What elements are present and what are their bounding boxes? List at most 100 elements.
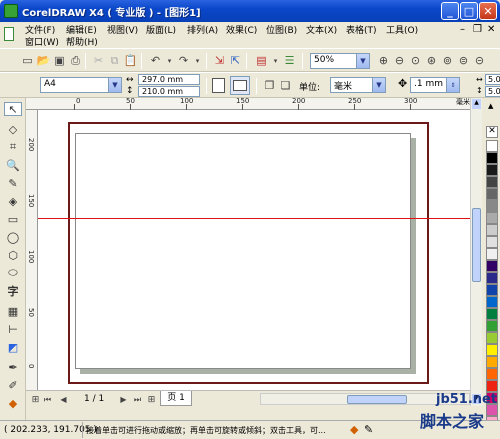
next-page-icon[interactable]: ▶ bbox=[116, 392, 131, 407]
launcher-dropdown-icon[interactable]: ▾ bbox=[268, 53, 283, 68]
menu-view[interactable]: 视图(V) bbox=[107, 23, 138, 36]
interactive-blend-tool-icon[interactable]: ◩ bbox=[4, 340, 22, 354]
zoom-page-icon[interactable]: ⊚ bbox=[440, 53, 455, 68]
close-button[interactable]: ✕ bbox=[479, 2, 497, 20]
chevron-down-icon[interactable]: ▼ bbox=[372, 78, 385, 92]
color-swatch[interactable] bbox=[486, 320, 498, 332]
no-fill-swatch[interactable]: ✕ bbox=[486, 126, 498, 138]
menu-text[interactable]: 文本(X) bbox=[306, 23, 337, 36]
smart-fill-tool-icon[interactable]: ◈ bbox=[4, 194, 22, 208]
polygon-tool-icon[interactable]: ⬡ bbox=[4, 248, 22, 262]
zoom-in-icon[interactable]: ⊕ bbox=[376, 53, 391, 68]
undo-dropdown-icon[interactable]: ▾ bbox=[162, 53, 177, 68]
last-page-icon[interactable]: ⏭ bbox=[130, 392, 145, 407]
zoom-selected-icon[interactable]: ⊙ bbox=[408, 53, 423, 68]
page-tab[interactable]: 页 1 bbox=[160, 391, 192, 406]
shape-tool-icon[interactable]: ◇ bbox=[4, 122, 22, 136]
coreldraw-app-icon[interactable] bbox=[4, 4, 18, 18]
paper-size-select[interactable]: A4 ▼ bbox=[40, 77, 122, 93]
previous-page-icon[interactable]: ◀ bbox=[56, 392, 71, 407]
eyedropper-tool-icon[interactable]: ✒ bbox=[4, 360, 22, 374]
color-swatch[interactable] bbox=[486, 332, 498, 344]
color-swatch[interactable] bbox=[486, 164, 498, 176]
table-tool-icon[interactable]: ▦ bbox=[4, 304, 22, 318]
zoom-all-objects-icon[interactable]: ⊛ bbox=[424, 53, 439, 68]
menu-bitmaps[interactable]: 位图(B) bbox=[266, 23, 297, 36]
horizontal-guideline[interactable] bbox=[38, 218, 470, 219]
freehand-tool-icon[interactable]: ✎ bbox=[4, 176, 22, 190]
color-swatch[interactable] bbox=[486, 176, 498, 188]
color-swatch[interactable] bbox=[486, 308, 498, 320]
cut-icon[interactable]: ✂ bbox=[91, 53, 106, 68]
nudge-offset-field[interactable]: .1 mm ⇕ bbox=[410, 77, 460, 93]
pick-tool-icon[interactable]: ↖ bbox=[4, 102, 22, 116]
fill-indicator-icon[interactable]: ◆ bbox=[350, 423, 358, 436]
fill-tool-icon[interactable]: ◆ bbox=[4, 396, 22, 410]
color-swatch[interactable] bbox=[486, 344, 498, 356]
chevron-down-icon[interactable]: ▼ bbox=[356, 54, 369, 68]
color-swatch[interactable] bbox=[486, 260, 498, 272]
new-icon[interactable]: ▭ bbox=[20, 53, 35, 68]
all-pages-icon[interactable]: ❐ bbox=[262, 78, 277, 93]
zoom-height-icon[interactable]: ⊝ bbox=[472, 53, 487, 68]
color-swatch[interactable] bbox=[486, 152, 498, 164]
chevron-down-icon[interactable]: ▼ bbox=[108, 78, 121, 92]
crop-tool-icon[interactable]: ⌗ bbox=[4, 140, 22, 154]
color-swatch[interactable] bbox=[486, 140, 498, 152]
menu-effects[interactable]: 效果(C) bbox=[226, 23, 257, 36]
doc-close-icon[interactable]: ✕ bbox=[487, 24, 495, 35]
color-swatch[interactable] bbox=[486, 356, 498, 368]
duplicate-x-field[interactable]: 5.0 bbox=[485, 74, 500, 85]
copy-icon[interactable]: ⧉ bbox=[107, 53, 122, 68]
vertical-ruler[interactable]: 200 150 100 50 0 bbox=[26, 110, 38, 390]
paste-icon[interactable]: 📋 bbox=[123, 53, 138, 68]
open-icon[interactable]: 📂 bbox=[36, 53, 51, 68]
color-swatch[interactable] bbox=[486, 224, 498, 236]
landscape-button[interactable] bbox=[230, 76, 250, 95]
color-swatch[interactable] bbox=[486, 200, 498, 212]
page-width-field[interactable]: 297.0 mm bbox=[138, 74, 200, 85]
first-page-icon[interactable]: ⏮ bbox=[40, 392, 55, 407]
printable-page[interactable] bbox=[75, 133, 411, 369]
redo-dropdown-icon[interactable]: ▾ bbox=[190, 53, 205, 68]
application-launcher-icon[interactable]: ▤ bbox=[254, 53, 269, 68]
zoom-width-icon[interactable]: ⊜ bbox=[456, 53, 471, 68]
scroll-up-icon[interactable]: ▲ bbox=[472, 99, 481, 109]
zoom-out-icon[interactable]: ⊖ bbox=[392, 53, 407, 68]
drawing-canvas[interactable] bbox=[38, 110, 470, 390]
color-swatch[interactable] bbox=[486, 188, 498, 200]
dimension-tool-icon[interactable]: ⊢ bbox=[4, 322, 22, 336]
redo-icon[interactable]: ↷ bbox=[176, 53, 191, 68]
doc-restore-icon[interactable]: ❐ bbox=[473, 24, 482, 35]
menu-help[interactable]: 帮助(H) bbox=[66, 35, 98, 48]
basic-shapes-tool-icon[interactable]: ⬭ bbox=[4, 266, 22, 280]
export-icon[interactable]: ⇱ bbox=[228, 53, 243, 68]
menu-arrange[interactable]: 排列(A) bbox=[187, 23, 218, 36]
duplicate-y-field[interactable]: 5.0 bbox=[485, 86, 500, 97]
menu-window[interactable]: 窗口(W) bbox=[25, 35, 59, 48]
rectangle-tool-icon[interactable]: ▭ bbox=[4, 212, 22, 226]
portrait-icon[interactable] bbox=[212, 78, 225, 93]
zoom-level-select[interactable]: 50% ▼ bbox=[310, 53, 370, 69]
spinner-icon[interactable]: ⇕ bbox=[446, 78, 459, 92]
color-swatch[interactable] bbox=[486, 248, 498, 260]
title-bar[interactable]: CorelDRAW X4 ( 专业版 ) - [图形1] _ □ ✕ bbox=[0, 0, 500, 22]
color-swatch[interactable] bbox=[486, 272, 498, 284]
print-icon[interactable]: ⎙ bbox=[68, 53, 83, 68]
minimize-button[interactable]: _ bbox=[441, 2, 459, 20]
palette-scroll-up-icon[interactable]: ▲ bbox=[488, 102, 493, 110]
zoom-tool-icon[interactable]: 🔍 bbox=[4, 158, 22, 172]
color-swatch[interactable] bbox=[486, 212, 498, 224]
menu-tools[interactable]: 工具(O) bbox=[386, 23, 418, 36]
import-icon[interactable]: ⇲ bbox=[212, 53, 227, 68]
color-swatch[interactable] bbox=[486, 236, 498, 248]
text-tool-icon[interactable]: 字 bbox=[4, 284, 22, 298]
page-height-field[interactable]: 210.0 mm bbox=[138, 86, 200, 97]
outline-indicator-icon[interactable]: ✎ bbox=[364, 423, 373, 436]
color-swatch[interactable] bbox=[486, 380, 498, 392]
scroll-thumb[interactable] bbox=[347, 395, 407, 404]
add-page-after-icon[interactable]: ⊞ bbox=[144, 392, 159, 407]
menu-layout[interactable]: 版面(L) bbox=[146, 23, 176, 36]
vertical-scrollbar[interactable]: ▲ ▼ bbox=[470, 98, 482, 406]
units-select[interactable]: 毫米 ▼ bbox=[330, 77, 386, 93]
